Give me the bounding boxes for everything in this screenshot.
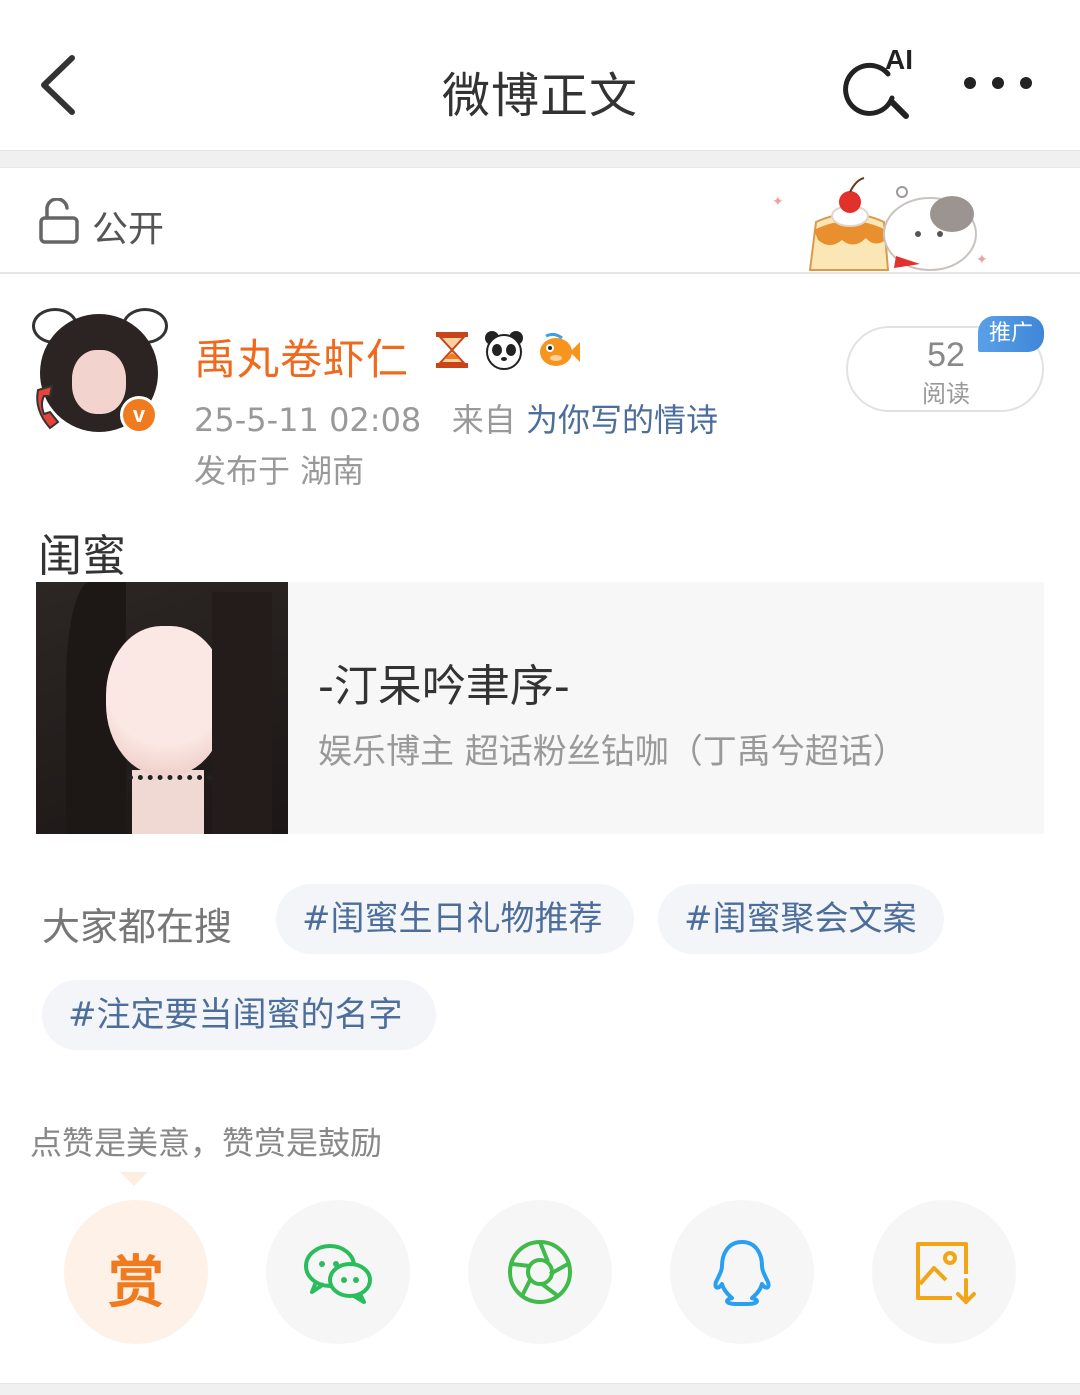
- profile-card-title: -汀呆吟聿序-: [318, 661, 570, 712]
- username[interactable]: 禹丸卷虾仁: [194, 326, 409, 387]
- card-choker: [128, 768, 212, 780]
- post-meta: 25-5-11 02:08 来自 为你写的情诗: [194, 395, 718, 441]
- post-text: 闺蜜: [38, 531, 126, 582]
- wechat-icon: [304, 1244, 372, 1304]
- card-face: [106, 626, 226, 776]
- more-dots-icon: [964, 77, 1032, 89]
- trending-search-label: 大家都在搜: [42, 905, 233, 949]
- visibility-row: 公开 ✦ ✦: [0, 168, 1080, 274]
- visibility-label: 公开: [92, 209, 165, 250]
- post-from-prefix: 来自: [451, 401, 516, 439]
- post-source-link[interactable]: 为你写的情诗: [526, 401, 718, 439]
- user-avatar[interactable]: v: [30, 300, 170, 440]
- card-hair-right: [212, 592, 272, 834]
- save-image-button[interactable]: [872, 1200, 1016, 1344]
- avatar-face: [72, 350, 126, 414]
- more-options-button[interactable]: [960, 70, 1036, 96]
- moments-icon: [508, 1240, 572, 1304]
- post-time: 25-5-11 02:08: [194, 401, 422, 439]
- pudding-cat-sticker: ✦ ✦: [772, 177, 988, 271]
- save-image-icon: [916, 1242, 976, 1304]
- reward-button[interactable]: 赏: [64, 1200, 208, 1344]
- search-tag[interactable]: #闺蜜聚会文案: [658, 884, 944, 954]
- profile-card[interactable]: -汀呆吟聿序- 娱乐博主 超话粉丝钻咖（丁禹兮超话）: [36, 582, 1044, 834]
- profile-card-subtitle: 娱乐博主 超话粉丝钻咖（丁禹兮超话）: [318, 732, 907, 772]
- section-divider: [0, 150, 1080, 168]
- share-qq-button[interactable]: [670, 1200, 814, 1344]
- svg-text:✦: ✦: [772, 194, 784, 210]
- hourglass-icon[interactable]: [430, 328, 474, 372]
- ai-search-button[interactable]: AI: [840, 44, 922, 120]
- fish-icon[interactable]: [536, 328, 580, 372]
- svg-text:✦: ✦: [976, 252, 988, 268]
- read-label: 阅读: [922, 380, 970, 408]
- unlock-icon: [39, 198, 79, 244]
- share-wechat-button[interactable]: [266, 1200, 410, 1344]
- reward-button-label: 赏: [108, 1251, 164, 1316]
- verified-badge: v: [120, 396, 158, 434]
- top-bar: 微博正文 AI: [0, 0, 1080, 150]
- qq-icon: [713, 1240, 771, 1306]
- panda-icon[interactable]: [482, 328, 526, 372]
- profile-card-image: [36, 582, 288, 834]
- phone-sticker-icon: [36, 384, 60, 430]
- search-tag[interactable]: #注定要当闺蜜的名字: [42, 980, 436, 1050]
- reward-hint: 点赞是美意，赞赏是鼓励: [30, 1124, 383, 1162]
- promote-badge[interactable]: 推广: [978, 316, 1044, 352]
- search-tag[interactable]: #闺蜜生日礼物推荐: [276, 884, 634, 954]
- ai-label: AI: [885, 44, 913, 75]
- bottom-divider: [0, 1383, 1080, 1395]
- post-location: 发布于 湖南: [194, 452, 365, 490]
- share-moments-button[interactable]: [468, 1200, 612, 1344]
- hint-arrow: [120, 1172, 148, 1186]
